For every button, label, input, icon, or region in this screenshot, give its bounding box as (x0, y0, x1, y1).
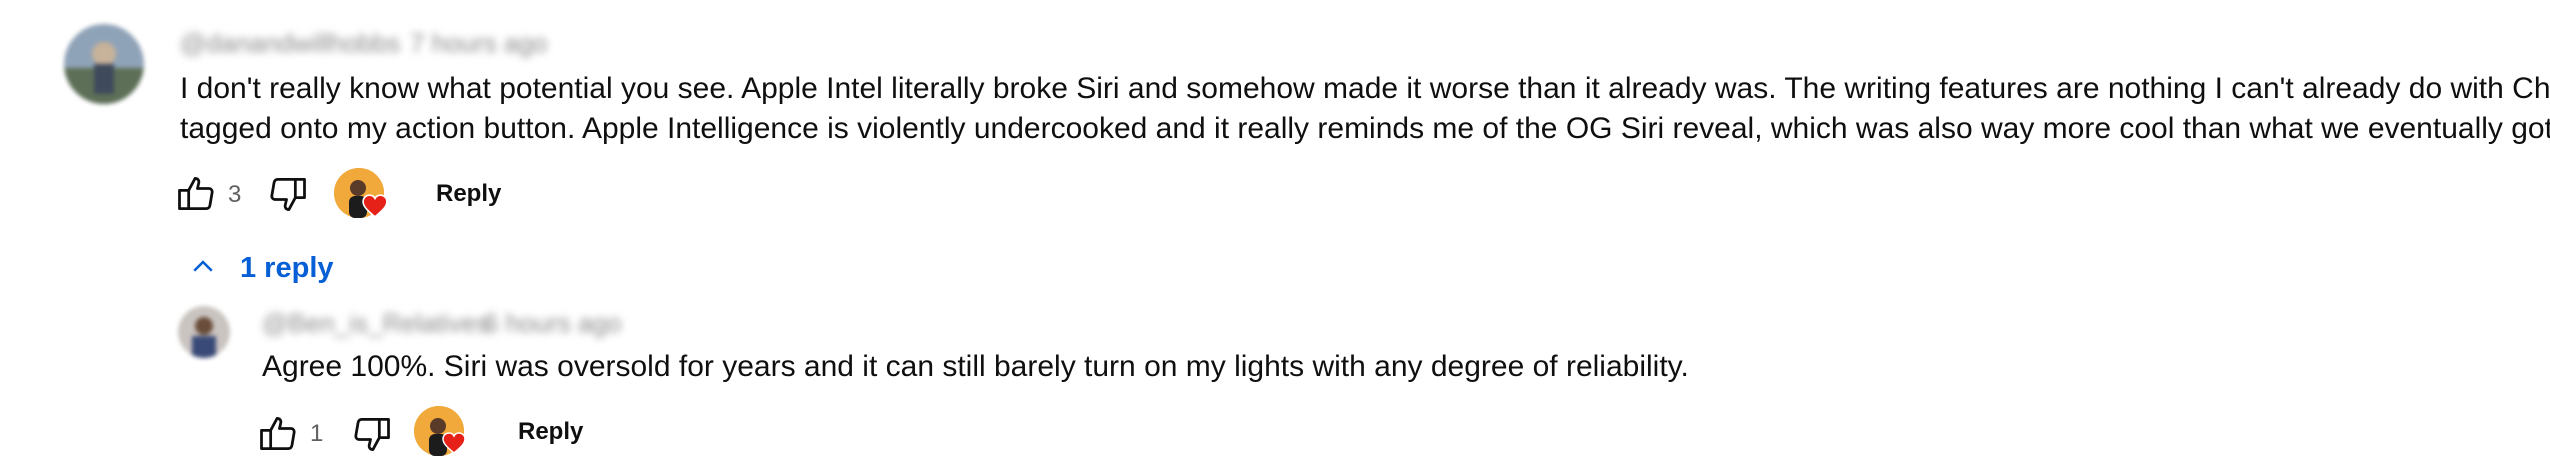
reply-text: Agree 100%. Siri was oversold for years … (262, 350, 1689, 383)
reply-comment: @Ben_is_Relatives 6 hours ago Agree 100%… (0, 0, 2550, 456)
reply-author-avatar[interactable] (178, 306, 230, 358)
like-icon[interactable] (256, 412, 300, 456)
creator-heart-icon (442, 432, 466, 454)
reply-author-handle[interactable]: @Ben_is_Relatives (262, 308, 489, 339)
reply-avatar-image (178, 306, 230, 358)
dislike-icon[interactable] (350, 412, 394, 456)
reply-timestamp[interactable]: 6 hours ago (484, 308, 621, 339)
reply-creator-heart-badge (414, 406, 466, 456)
reply-like-count: 1 (310, 420, 324, 447)
reply-reply-button[interactable]: Reply (518, 418, 583, 446)
